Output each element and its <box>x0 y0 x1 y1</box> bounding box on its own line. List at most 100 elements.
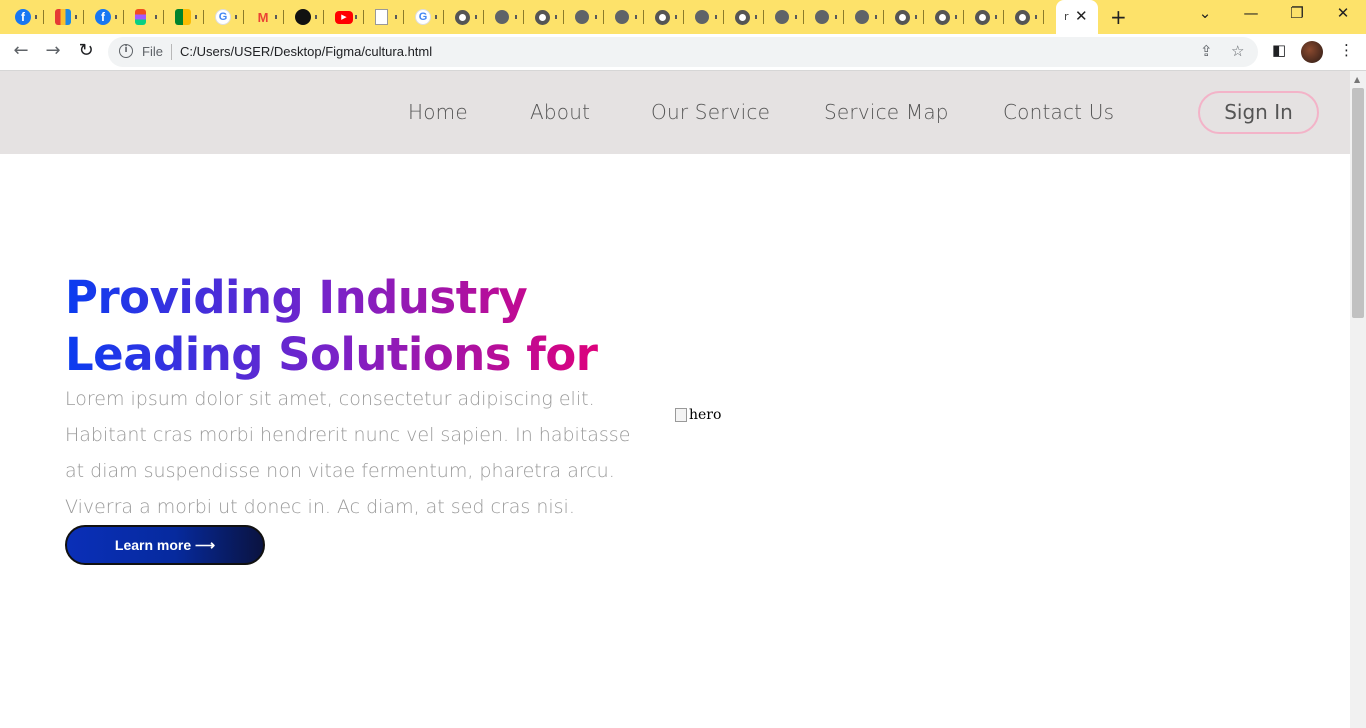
address-separator <box>171 44 172 60</box>
tab-title-fragment <box>835 15 837 19</box>
browser-tab[interactable] <box>166 6 204 28</box>
window-close-icon[interactable]: ✕ <box>1333 4 1353 22</box>
url-text[interactable]: C:/Users/USER/Desktop/Figma/cultura.html <box>180 44 432 59</box>
browser-menu-icon[interactable]: ⋮ <box>1339 41 1354 59</box>
globe-icon <box>775 10 789 24</box>
restore-icon[interactable]: ❐ <box>1287 4 1307 22</box>
globe-icon <box>495 10 509 24</box>
tab-title-fragment <box>435 15 437 19</box>
tab-title-fragment <box>275 15 277 19</box>
tab-separator <box>203 10 204 24</box>
globe-icon <box>815 10 829 24</box>
info-icon[interactable]: i <box>119 44 133 58</box>
nav-link-our-service[interactable]: Our Service <box>651 100 770 124</box>
browser-tab[interactable] <box>926 6 964 28</box>
browser-tab[interactable] <box>366 6 404 28</box>
tab-title-fragment <box>915 15 917 19</box>
figma-icon <box>135 9 146 25</box>
nav-link-contact-us[interactable]: Contact Us <box>1003 100 1114 124</box>
site-navbar: Home About Our Service Service Map Conta… <box>0 71 1350 154</box>
tab-separator <box>963 10 964 24</box>
tab-title-fragment <box>635 15 637 19</box>
tab-title-fragment <box>355 15 357 19</box>
scroll-thumb[interactable] <box>1352 88 1364 318</box>
share-icon[interactable]: ⇪ <box>1200 42 1213 60</box>
bookmark-star-icon[interactable]: ☆ <box>1231 42 1244 60</box>
browser-tab[interactable] <box>806 6 844 28</box>
chrome-icon <box>895 9 910 25</box>
page-viewport: Home About Our Service Service Map Conta… <box>0 71 1350 728</box>
tab-search-icon[interactable]: ⌄ <box>1195 4 1215 22</box>
globe-icon <box>855 10 869 24</box>
globe-icon <box>695 10 709 24</box>
browser-tab[interactable] <box>886 6 924 28</box>
browser-tab[interactable] <box>606 6 644 28</box>
new-tab-button[interactable]: + <box>1110 5 1127 29</box>
hero-title-line-1: Providing Industry <box>65 271 528 324</box>
tab-active[interactable]: r ✕ <box>1056 0 1098 34</box>
browser-tab[interactable] <box>46 6 84 28</box>
minimize-icon[interactable]: — <box>1241 4 1261 22</box>
browser-tab[interactable]: ▶ <box>326 6 364 28</box>
chrome-icon <box>735 9 750 25</box>
github-icon <box>295 9 311 25</box>
broken-image-icon <box>675 408 687 422</box>
chrome-icon <box>655 9 670 25</box>
tab-title-fragment <box>675 15 677 19</box>
tab-separator <box>603 10 604 24</box>
google-meet-icon <box>175 9 191 25</box>
tab-separator <box>643 10 644 24</box>
browser-tab[interactable]: G <box>206 6 244 28</box>
hero-image: hero <box>675 407 721 423</box>
browser-tab[interactable] <box>286 6 324 28</box>
browser-tab[interactable] <box>766 6 804 28</box>
tab-title-fragment <box>755 15 757 19</box>
browser-tab[interactable] <box>1006 6 1044 28</box>
nav-link-service-map[interactable]: Service Map <box>824 100 949 124</box>
page-scrollbar[interactable]: ▲ <box>1350 71 1366 728</box>
address-bar[interactable]: i File C:/Users/USER/Desktop/Figma/cultu… <box>108 37 1258 67</box>
forward-icon[interactable]: → <box>42 40 64 61</box>
browser-tab[interactable]: f <box>86 6 124 28</box>
chrome-icon <box>535 9 550 25</box>
tab-separator <box>43 10 44 24</box>
browser-tab[interactable] <box>846 6 884 28</box>
tab-title-fragment <box>555 15 557 19</box>
browser-tab[interactable] <box>126 6 164 28</box>
tab-separator <box>443 10 444 24</box>
browser-tab[interactable] <box>686 6 724 28</box>
profile-avatar[interactable] <box>1301 41 1323 63</box>
trello-icon <box>55 9 71 25</box>
tab-title-fragment <box>955 15 957 19</box>
reload-icon[interactable]: ↻ <box>75 40 97 61</box>
tab-title-fragment <box>155 15 157 19</box>
browser-tab[interactable] <box>566 6 604 28</box>
learn-more-button[interactable]: Learn more ⟶ <box>65 525 265 565</box>
browser-tab[interactable] <box>646 6 684 28</box>
side-panel-icon[interactable]: ◧ <box>1272 41 1286 59</box>
tab-title-fragment <box>75 15 77 19</box>
browser-tab[interactable]: f <box>6 6 44 28</box>
tab-separator <box>883 10 884 24</box>
tab-separator <box>523 10 524 24</box>
tab-separator <box>123 10 124 24</box>
browser-tab[interactable] <box>446 6 484 28</box>
nav-link-about[interactable]: About <box>530 100 590 124</box>
nav-link-home[interactable]: Home <box>408 100 468 124</box>
tab-title-fragment <box>595 15 597 19</box>
tab-title-fragment <box>875 15 877 19</box>
browser-tab[interactable] <box>486 6 524 28</box>
browser-tab[interactable]: G <box>406 6 444 28</box>
browser-tab[interactable] <box>726 6 764 28</box>
sign-in-button[interactable]: Sign In <box>1198 91 1319 134</box>
browser-tab[interactable]: M <box>246 6 284 28</box>
back-icon[interactable]: ← <box>10 40 32 61</box>
tab-separator <box>243 10 244 24</box>
tab-title-fragment <box>795 15 797 19</box>
chrome-icon <box>935 9 950 25</box>
document-icon <box>375 9 388 25</box>
scroll-up-arrow-icon[interactable]: ▲ <box>1354 75 1360 84</box>
close-tab-icon[interactable]: ✕ <box>1075 7 1088 25</box>
browser-tab[interactable] <box>966 6 1004 28</box>
browser-tab[interactable] <box>526 6 564 28</box>
